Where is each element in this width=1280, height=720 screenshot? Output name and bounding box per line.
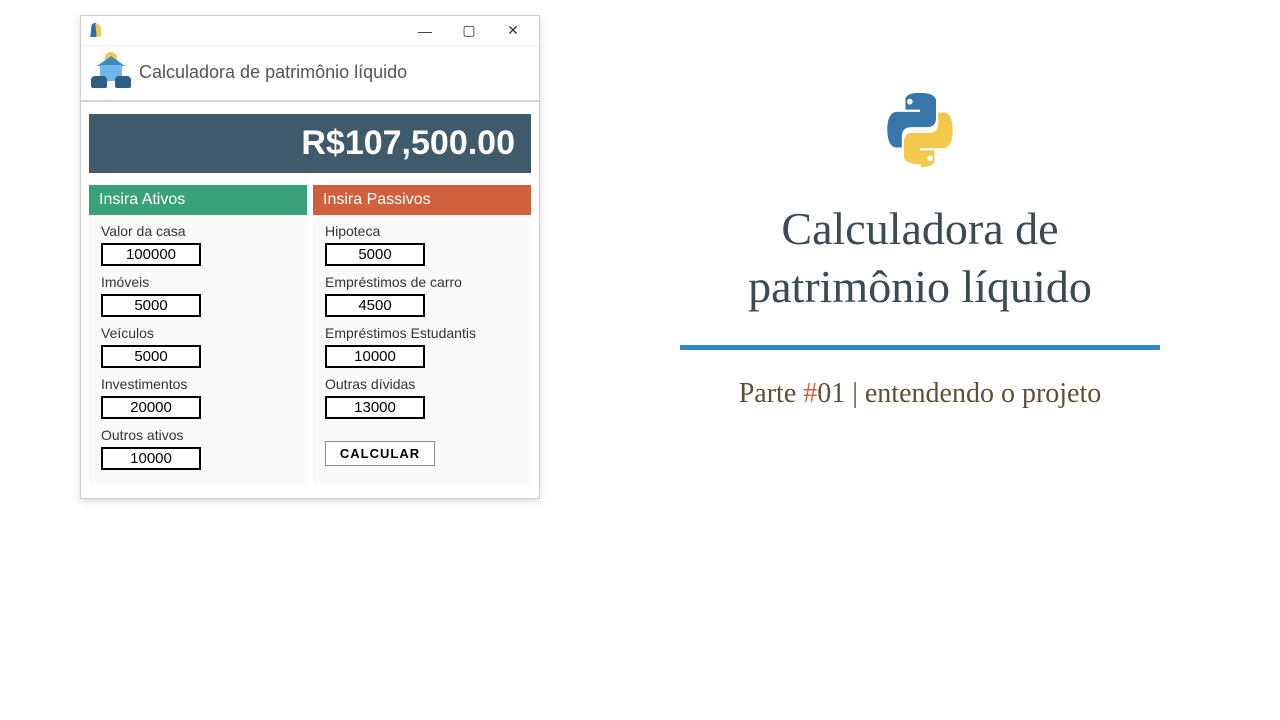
slide-sub-text: entendendo o projeto <box>865 378 1101 409</box>
asset-input-vehicles[interactable] <box>101 345 201 368</box>
liab-input-mortgage[interactable] <box>325 243 425 266</box>
assets-header: Insira Ativos <box>89 185 307 215</box>
asset-field-other: Outros ativos <box>89 419 307 484</box>
liabilities-column: Insira Passivos Hipoteca Empréstimos de … <box>313 185 531 484</box>
minimize-button[interactable]: — <box>403 17 447 45</box>
slide-subtitle: Parte #01 | entendendo o projeto <box>739 378 1102 410</box>
slide-divider <box>680 345 1160 350</box>
slide-title-line2: patrimônio líquido <box>748 261 1092 312</box>
liab-input-studentloan[interactable] <box>325 345 425 368</box>
maximize-button[interactable]: ▢ <box>447 17 491 45</box>
titlebar[interactable]: — ▢ ✕ <box>81 16 539 46</box>
app-header: Calculadora de patrimônio líquido <box>81 46 539 102</box>
liab-label: Empréstimos Estudantis <box>325 325 519 341</box>
slide-sub-prefix: Parte <box>739 378 804 409</box>
liab-field-studentloan: Empréstimos Estudantis <box>313 317 531 368</box>
app-title: Calculadora de patrimônio líquido <box>139 62 407 83</box>
calculate-button[interactable]: CALCULAR <box>325 441 435 466</box>
slide-panel: Calculadora de patrimônio líquido Parte … <box>640 90 1200 410</box>
python-logo-icon <box>880 90 960 170</box>
slide-title-line1: Calculadora de <box>781 203 1058 254</box>
liab-field-otherdebt: Outras dívidas <box>313 368 531 419</box>
slide-sub-sep: | <box>845 378 865 409</box>
liab-label: Hipoteca <box>325 223 519 239</box>
hash-icon: # <box>803 378 817 409</box>
liab-input-otherdebt[interactable] <box>325 396 425 419</box>
asset-field-investments: Investimentos <box>89 368 307 419</box>
asset-input-realestate[interactable] <box>101 294 201 317</box>
asset-label: Veículos <box>101 325 295 341</box>
asset-input-investments[interactable] <box>101 396 201 419</box>
slide-sub-num: 01 <box>817 378 845 409</box>
liab-label: Outras dívidas <box>325 376 519 392</box>
close-button[interactable]: ✕ <box>491 17 535 45</box>
asset-input-house[interactable] <box>101 243 201 266</box>
liab-label: Empréstimos de carro <box>325 274 519 290</box>
asset-label: Imóveis <box>101 274 295 290</box>
asset-field-realestate: Imóveis <box>89 266 307 317</box>
asset-field-house: Valor da casa <box>89 215 307 266</box>
tk-feather-icon <box>89 23 103 39</box>
liab-input-carloan[interactable] <box>325 294 425 317</box>
asset-label: Investimentos <box>101 376 295 392</box>
liab-field-carloan: Empréstimos de carro <box>313 266 531 317</box>
asset-label: Outros ativos <box>101 427 295 443</box>
slide-title: Calculadora de patrimônio líquido <box>748 200 1092 315</box>
asset-input-other[interactable] <box>101 447 201 470</box>
app-window: — ▢ ✕ Calculadora de patrimônio líquido … <box>80 15 540 499</box>
liabilities-header: Insira Passivos <box>313 185 531 215</box>
asset-label: Valor da casa <box>101 223 295 239</box>
liab-field-mortgage: Hipoteca <box>313 215 531 266</box>
asset-field-vehicles: Veículos <box>89 317 307 368</box>
app-logo-icon <box>91 54 131 90</box>
result-display: R$107,500.00 <box>89 114 531 173</box>
assets-column: Insira Ativos Valor da casa Imóveis Veíc… <box>89 185 307 484</box>
